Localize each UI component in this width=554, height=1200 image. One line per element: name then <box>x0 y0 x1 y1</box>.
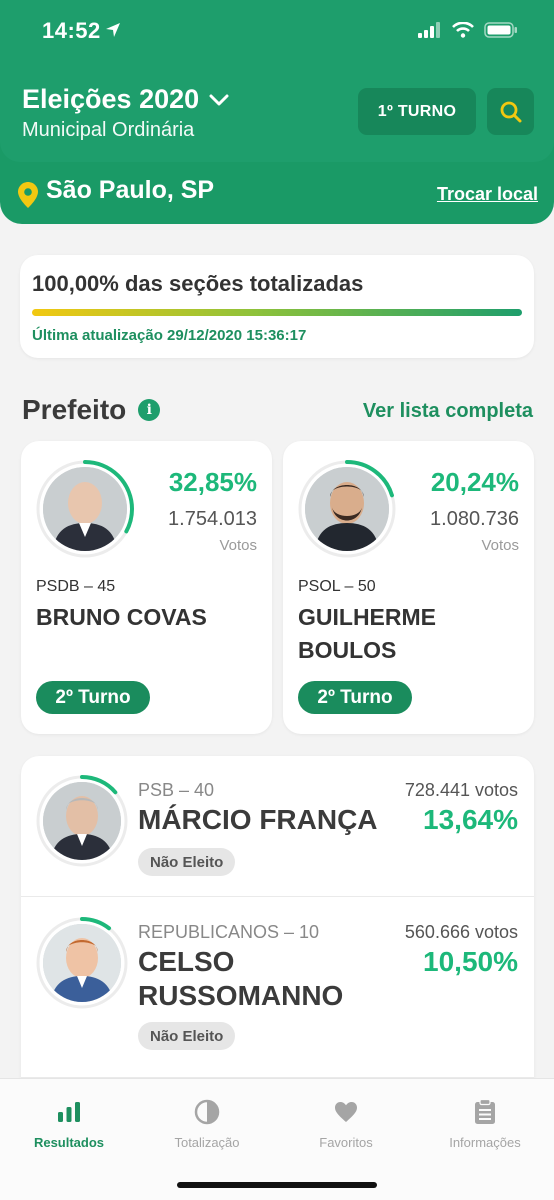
search-button[interactable] <box>487 88 534 135</box>
totalization-progress-bar <box>32 309 522 316</box>
totalization-title: 100,00% das seções totalizadas <box>32 271 364 296</box>
status-badge: 2º Turno <box>298 681 412 714</box>
status-badge: Não Eleito <box>138 848 236 876</box>
search-icon <box>500 101 521 122</box>
status-indicators <box>418 22 518 38</box>
candidate-party: REPUBLICANOS – 10 <box>138 922 320 942</box>
candidate-avatar-ring <box>35 774 129 868</box>
status-time: 14:52 <box>42 18 101 43</box>
tab-totalizacao[interactable]: Totalização <box>138 1097 276 1150</box>
header-top: 14:52 Eleições 2020 Municipal Ordinária … <box>0 0 554 162</box>
candidate-name: CELSO RUSSOMANNO <box>138 946 344 1011</box>
candidate-name: MÁRCIO FRANÇA <box>138 804 378 835</box>
clipboard-icon <box>475 1099 495 1124</box>
tab-label: Totalização <box>174 1135 240 1150</box>
votes-label: Votos <box>481 537 519 554</box>
candidate-percentage: 13,64% <box>423 804 518 835</box>
home-indicator <box>177 1182 377 1188</box>
header: 14:52 Eleições 2020 Municipal Ordinária … <box>0 0 554 224</box>
section-title-text: Prefeito <box>22 394 127 425</box>
signal-icon <box>418 22 440 38</box>
list-item[interactable]: PSB – 40 MÁRCIO FRANÇA 728.441 votos 13,… <box>21 756 534 897</box>
candidate-avatar-ring <box>35 459 135 559</box>
tab-informacoes[interactable]: Informações <box>416 1097 554 1150</box>
turno-button[interactable]: 1º TURNO <box>358 88 476 135</box>
location-city: São Paulo, SP <box>46 176 215 204</box>
location-row: São Paulo, SP Trocar local <box>18 174 538 212</box>
heart-icon <box>335 1102 357 1122</box>
candidate-votes: 1.080.736 <box>430 508 519 530</box>
change-location-link[interactable]: Trocar local <box>437 184 538 205</box>
election-subtitle: Municipal Ordinária <box>22 119 195 141</box>
tab-favoritos[interactable]: Favoritos <box>277 1097 415 1150</box>
candidate-avatar-ring <box>35 916 129 1010</box>
status-badge: Não Eleito <box>138 1022 236 1050</box>
status-badge: 2º Turno <box>36 681 150 714</box>
tab-resultados[interactable]: Resultados <box>0 1097 138 1150</box>
avatar <box>43 782 121 860</box>
candidate-list: PSB – 40 MÁRCIO FRANÇA 728.441 votos 13,… <box>21 756 534 1096</box>
list-item[interactable]: REPUBLICANOS – 10 CELSO RUSSOMANNO 560.6… <box>21 898 534 1078</box>
status-bar: 14:52 <box>0 0 554 64</box>
see-full-list-link[interactable]: Ver lista completa <box>363 400 533 423</box>
candidate-percentage: 20,24% <box>430 467 519 497</box>
candidate-votes: 728.441 votos <box>404 780 518 800</box>
candidate-avatar-ring <box>297 459 397 559</box>
location-pin-icon <box>18 182 38 208</box>
chevron-down-icon <box>209 94 229 105</box>
election-title: Eleições 2020 <box>22 84 200 114</box>
avatar <box>43 924 121 1002</box>
totalization-card: 100,00% das seções totalizadas Última at… <box>20 255 534 358</box>
battery-icon <box>484 22 517 38</box>
section-title: Prefeito i <box>22 394 161 426</box>
votes-label: Votos <box>219 537 257 554</box>
location-arrow-icon <box>105 22 121 43</box>
bar-chart-icon <box>58 1102 80 1122</box>
last-update: Última atualização 29/12/2020 15:36:17 <box>32 327 307 344</box>
info-icon[interactable]: i <box>138 399 161 421</box>
candidate-percentage: 32,85% <box>168 467 257 497</box>
avatar <box>305 467 389 551</box>
candidate-name: GUILHERME BOULOS <box>298 604 436 663</box>
candidate-name: BRUNO COVAS <box>36 604 207 630</box>
candidate-card[interactable]: 20,24% 1.080.736 Votos PSOL – 50 GUILHER… <box>283 441 534 734</box>
candidate-card[interactable]: 32,85% 1.754.013 Votos PSDB – 45 BRUNO C… <box>21 441 272 734</box>
candidate-party: PSB – 40 <box>138 780 215 800</box>
candidate-votes: 560.666 votos <box>404 922 518 942</box>
tab-label: Informações <box>449 1135 521 1150</box>
candidate-party: PSOL – 50 <box>298 578 376 595</box>
pie-chart-icon <box>194 1099 220 1125</box>
tab-label: Favoritos <box>319 1135 373 1150</box>
candidate-party: PSDB – 45 <box>36 578 116 595</box>
candidate-percentage: 10,50% <box>423 946 518 977</box>
candidate-votes: 1.754.013 <box>168 508 257 530</box>
election-selector[interactable]: Eleições 2020 Municipal Ordinária <box>22 84 229 142</box>
avatar <box>43 467 127 551</box>
wifi-icon <box>452 22 474 38</box>
tab-label: Resultados <box>33 1135 105 1150</box>
